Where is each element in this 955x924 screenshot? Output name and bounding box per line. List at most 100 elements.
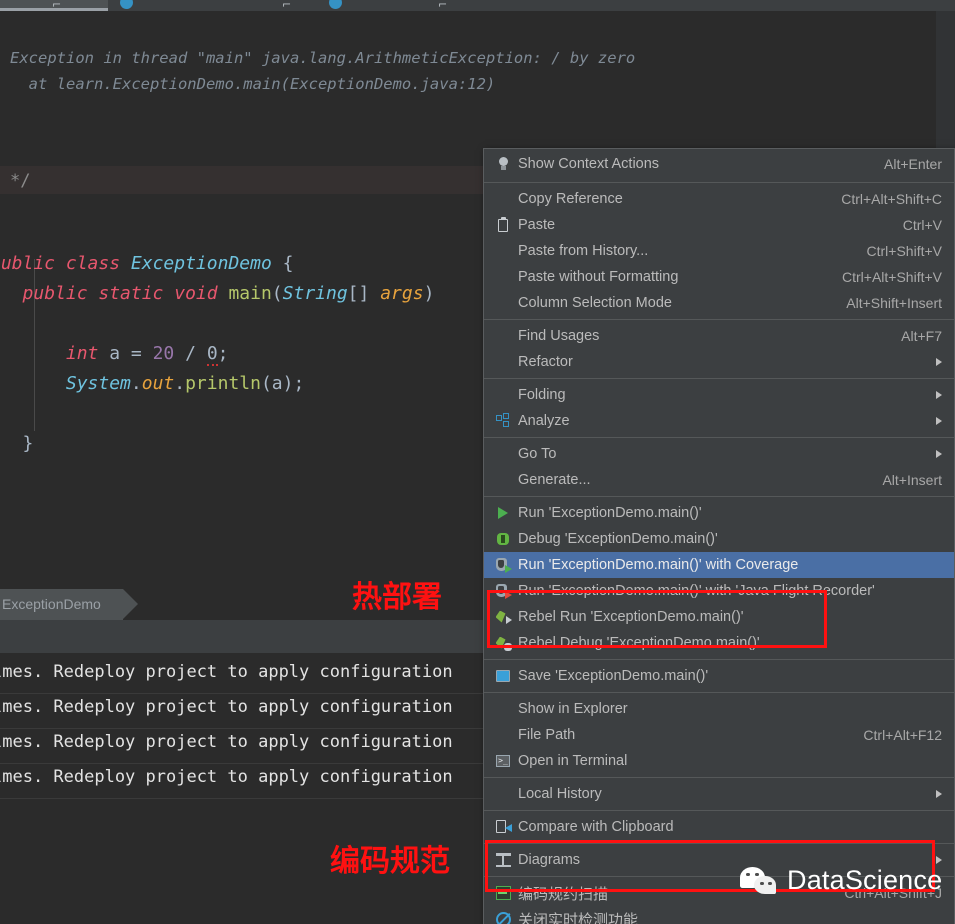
menu-item-debug[interactable]: Debug 'ExceptionDemo.main()' [484, 526, 954, 552]
code-arg-a: a [271, 373, 283, 394]
menu-item-label: 关闭实时检测功能 [518, 910, 639, 924]
menu-item-label: Debug 'ExceptionDemo.main()' [518, 531, 718, 547]
menu-item-shortcut: Ctrl+Alt+Shift+C [841, 191, 942, 207]
menu-separator [484, 496, 954, 497]
menu-item-column-selection-mode[interactable]: Column Selection Mode Alt+Shift+Insert [484, 290, 954, 316]
menu-item-label: Open in Terminal [518, 753, 628, 769]
menu-item-generate[interactable]: Generate... Alt+Insert [484, 467, 954, 493]
coverage-icon [492, 557, 514, 573]
tab-status-dot-1 [120, 0, 133, 9]
menu-item-rebel-run[interactable]: Rebel Run 'ExceptionDemo.main()' [484, 604, 954, 630]
menu-item-label: Copy Reference [518, 191, 623, 207]
editor-tab-strip[interactable]: ⌐ ⌐ ⌐ [0, 0, 955, 11]
menu-separator [484, 437, 954, 438]
menu-separator [484, 659, 954, 660]
menu-item-shortcut: Ctrl+V [902, 217, 942, 233]
context-menu[interactable]: Show Context Actions Alt+Enter Copy Refe… [483, 148, 955, 924]
menu-item-run[interactable]: Run 'ExceptionDemo.main()' [484, 500, 954, 526]
menu-item-label: Paste [518, 217, 556, 233]
tab-status-dot-2 [329, 0, 342, 9]
menu-separator [484, 692, 954, 693]
code-semicolon-4: ; [293, 373, 305, 394]
code-divide-op: / [185, 343, 196, 364]
menu-item-run-with-java-flight-recorder[interactable]: Run 'ExceptionDemo.main()' with 'Java Fl… [484, 578, 954, 604]
menu-item-show-context-actions[interactable]: Show Context Actions Alt+Enter [484, 149, 954, 179]
stacktrace-line-1: Exception in thread "main" java.lang.Ari… [10, 49, 636, 67]
menu-item-label: Compare with Clipboard [518, 819, 674, 835]
menu-item-paste-from-history[interactable]: Paste from History... Ctrl+Shift+V [484, 238, 954, 264]
clipboard-icon [492, 216, 514, 233]
breadcrumb-item-exceptiondemo[interactable]: ExceptionDemo [0, 589, 138, 620]
menu-item-shortcut: Ctrl+Alt+F12 [863, 727, 942, 743]
blank-icon [492, 269, 514, 285]
menu-separator [484, 378, 954, 379]
menu-item-paste[interactable]: Paste Ctrl+V [484, 212, 954, 238]
menu-item-refactor[interactable]: Refactor [484, 349, 954, 375]
wechat-icon [740, 866, 780, 895]
console-line: lmes. Redeploy project to apply configur… [0, 662, 453, 682]
blank-icon [492, 727, 514, 743]
menu-item-go-to[interactable]: Go To [484, 441, 954, 467]
code-var-a: a [109, 343, 121, 364]
code-param-args: args [380, 283, 424, 304]
menu-item-paste-without-formatting[interactable]: Paste without Formatting Ctrl+Alt+Shift+… [484, 264, 954, 290]
debug-icon [492, 531, 514, 547]
fold-marker: */ [10, 171, 31, 191]
menu-item-run-with-coverage[interactable]: Run 'ExceptionDemo.main()' with Coverage [484, 552, 954, 578]
blank-icon [492, 446, 514, 462]
menu-item-find-usages[interactable]: Find Usages Alt+F7 [484, 323, 954, 349]
menu-item-shortcut: Alt+Shift+Insert [846, 295, 942, 311]
analyze-icon [492, 413, 514, 429]
blank-icon [492, 354, 514, 370]
menu-item-label: Folding [518, 387, 566, 403]
tab-file-icon: ⌐ [52, 0, 62, 11]
menu-item-label: Generate... [518, 472, 591, 488]
source-code[interactable]: public class ExceptionDemo { public stat… [0, 219, 434, 489]
console-line: lmes. Redeploy project to apply configur… [0, 732, 453, 752]
chevron-right-icon [936, 358, 942, 366]
menu-item-label: File Path [518, 727, 576, 743]
annotation-coding-standard: 编码规范 [330, 844, 450, 879]
menu-item-show-in-explorer[interactable]: Show in Explorer [484, 696, 954, 722]
diagram-icon [492, 852, 514, 868]
annotation-hot-deploy: 热部署 [352, 580, 442, 615]
menu-item-analyze[interactable]: Analyze [484, 408, 954, 434]
code-literal-20: 20 [152, 343, 175, 364]
menu-item-rebel-debug[interactable]: Rebel Debug 'ExceptionDemo.main()' [484, 630, 954, 656]
menu-item-open-in-terminal[interactable]: >_ Open in Terminal [484, 748, 954, 774]
flight-recorder-icon [492, 583, 514, 599]
rebel-debug-icon [492, 635, 514, 651]
console-line: lmes. Redeploy project to apply configur… [0, 697, 453, 717]
menu-item-folding[interactable]: Folding [484, 382, 954, 408]
menu-item-save-run-config[interactable]: Save 'ExceptionDemo.main()' [484, 663, 954, 689]
menu-item-label: Find Usages [518, 328, 600, 344]
menu-item-label: Column Selection Mode [518, 295, 672, 311]
blank-icon [492, 295, 514, 311]
code-paren-close: ) [423, 283, 435, 304]
menu-item-label: Save 'ExceptionDemo.main()' [518, 668, 709, 684]
menu-item-label: Show in Explorer [518, 701, 628, 717]
save-icon [492, 668, 514, 684]
menu-item-compare-with-clipboard[interactable]: Compare with Clipboard [484, 814, 954, 840]
blank-icon [492, 701, 514, 717]
chevron-right-icon [936, 391, 942, 399]
menu-item-label: Go To [518, 446, 557, 462]
code-class-name: ExceptionDemo [130, 253, 272, 274]
menu-item-label: Refactor [518, 354, 573, 370]
menu-item-label: Run 'ExceptionDemo.main()' with Coverage [518, 557, 799, 573]
menu-item-local-history[interactable]: Local History [484, 781, 954, 807]
menu-separator [484, 319, 954, 320]
menu-item-label: Show Context Actions [518, 156, 660, 172]
code-method-name: main [228, 283, 272, 304]
code-dot-1: . [130, 373, 142, 394]
menu-item-shortcut: Alt+Enter [884, 156, 942, 172]
blank-icon [492, 387, 514, 403]
code-method-println: println [185, 373, 261, 394]
menu-item-file-path[interactable]: File Path Ctrl+Alt+F12 [484, 722, 954, 748]
menu-item-disable-realtime-detection[interactable]: 关闭实时检测功能 [484, 906, 954, 924]
menu-item-label: Rebel Debug 'ExceptionDemo.main()' [518, 635, 760, 651]
menu-item-label: Run 'ExceptionDemo.main()' with 'Java Fl… [518, 583, 875, 599]
run-icon [492, 505, 514, 521]
menu-separator [484, 182, 954, 183]
menu-item-copy-reference[interactable]: Copy Reference Ctrl+Alt+Shift+C [484, 186, 954, 212]
